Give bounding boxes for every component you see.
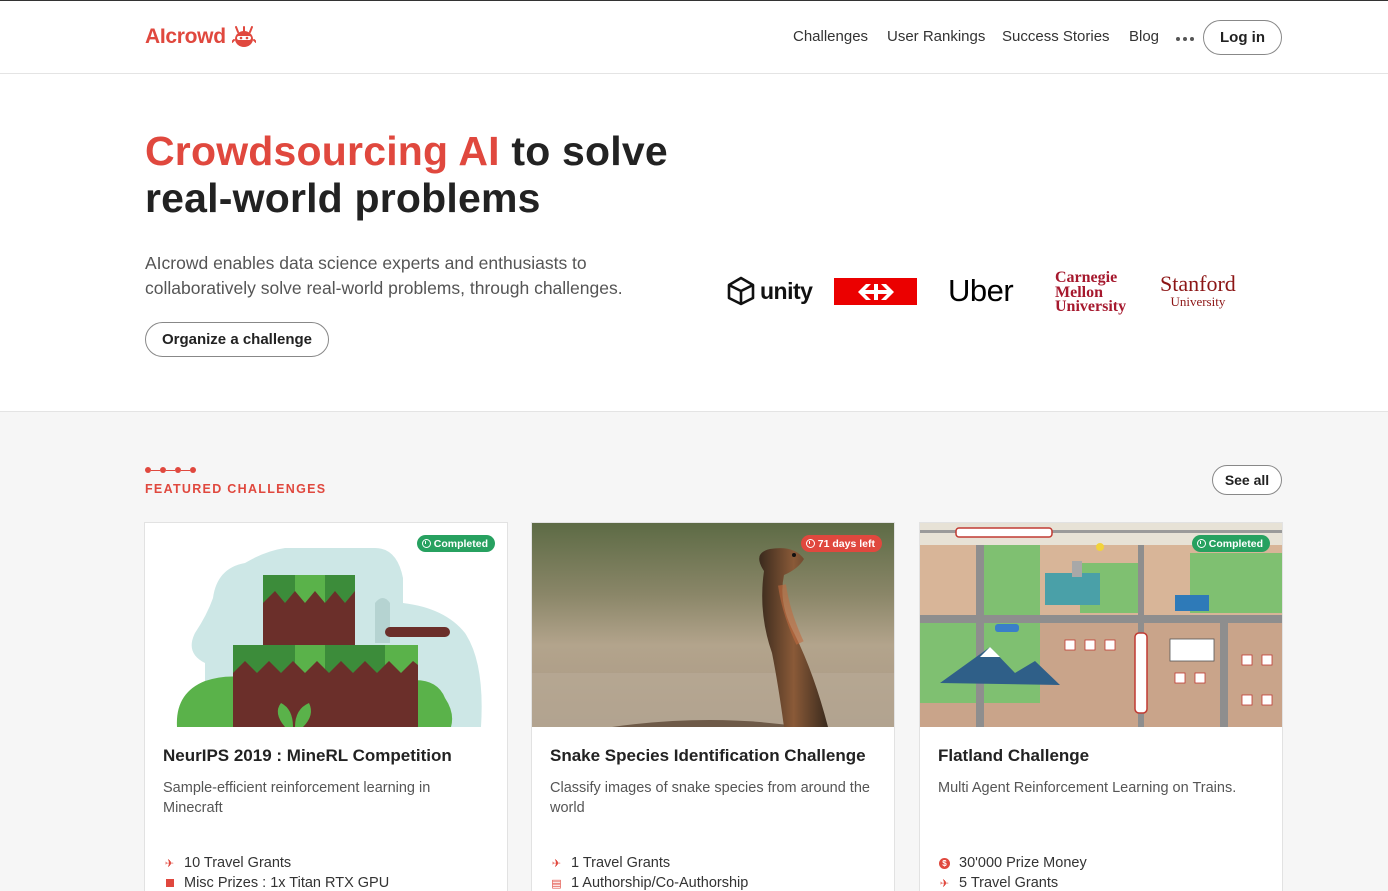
challenge-card-flatland[interactable]: Completed Flatland Challenge Multi Agent… xyxy=(919,522,1283,891)
dollar-icon: $ xyxy=(938,857,951,870)
hero-title-line2: real-world problems xyxy=(145,175,541,221)
unity-cube-icon xyxy=(727,276,755,306)
sbb-logo xyxy=(834,278,917,305)
site-header: AI crowd Challenges User Rankings Success… xyxy=(0,1,1388,74)
prize-item: ▤ 1 Authorship/Co-Authorship xyxy=(550,875,748,891)
hero-title-highlight: Crowdsourcing AI xyxy=(145,128,500,174)
snake-image: 71 days left xyxy=(532,523,894,727)
prize-item: ✈ 10 Travel Grants xyxy=(163,855,291,871)
stanford-logo: Stanford University xyxy=(1160,273,1236,309)
ellipsis-icon[interactable] xyxy=(1176,37,1194,41)
prize-item: ✈ 1 Travel Grants xyxy=(550,855,670,871)
card-title[interactable]: Snake Species Identification Challenge xyxy=(550,746,866,766)
section-dots-icon xyxy=(145,467,196,473)
prize-text: 1 Travel Grants xyxy=(571,855,671,871)
unity-logo: unity xyxy=(726,276,813,306)
uber-logo: Uber xyxy=(948,273,1014,308)
badge-text: Completed xyxy=(1208,537,1263,550)
sbb-arrows-icon xyxy=(857,283,894,300)
nav-blog[interactable]: Blog xyxy=(1129,28,1159,45)
nav-success-stories[interactable]: Success Stories xyxy=(1002,28,1110,45)
plane-icon: ✈ xyxy=(164,857,175,870)
prize-item: ✈ 5 Travel Grants xyxy=(938,875,1058,891)
prize-text: Misc Prizes : 1x Titan RTX GPU xyxy=(184,875,390,891)
organize-challenge-button[interactable]: Organize a challenge xyxy=(145,322,329,357)
prize-text: 1 Authorship/Co-Authorship xyxy=(571,875,749,891)
plane-icon: ✈ xyxy=(939,877,950,890)
challenge-card-snake[interactable]: 71 days left Snake Species Identificatio… xyxy=(531,522,895,891)
prize-text: 5 Travel Grants xyxy=(959,875,1059,891)
status-badge: 71 days left xyxy=(800,535,882,552)
logo-text-crowd: crowd xyxy=(165,25,226,48)
see-all-button[interactable]: See all xyxy=(1212,465,1282,495)
aicrowd-logo[interactable]: AI crowd xyxy=(145,25,256,49)
document-icon: ▤ xyxy=(551,877,562,890)
cmu-logo: Carnegie Mellon University xyxy=(1055,270,1127,315)
clock-icon xyxy=(805,539,815,548)
hero-title-rest: to solve xyxy=(499,128,668,174)
card-description: Classify images of snake species from ar… xyxy=(550,780,870,816)
nav-user-rankings[interactable]: User Rankings xyxy=(887,28,985,45)
status-badge: Completed xyxy=(416,535,495,552)
flatland-image: Completed xyxy=(920,523,1282,727)
featured-label: FEATURED CHALLENGES xyxy=(145,482,327,496)
login-button[interactable]: Log in xyxy=(1203,20,1282,55)
crowd-mascot-icon xyxy=(231,26,256,47)
card-title[interactable]: NeurIPS 2019 : MineRL Competition xyxy=(163,746,452,766)
cmu-line3: University xyxy=(1055,298,1127,315)
unity-logo-text: unity xyxy=(760,277,813,304)
prize-item: Misc Prizes : 1x Titan RTX GPU xyxy=(163,875,389,891)
square-icon xyxy=(163,877,176,890)
prize-item: $ 30'000 Prize Money xyxy=(938,855,1087,871)
prize-text: 30'000 Prize Money xyxy=(959,855,1087,871)
clock-icon xyxy=(1196,539,1206,548)
prize-text: 10 Travel Grants xyxy=(184,855,292,871)
stanford-line2: University xyxy=(1170,294,1226,309)
nav-challenges[interactable]: Challenges xyxy=(793,28,868,45)
clock-icon xyxy=(421,539,431,548)
hero-title: Crowdsourcing AI to solve real-world pro… xyxy=(145,128,668,222)
status-badge: Completed xyxy=(1191,535,1270,552)
badge-text: 71 days left xyxy=(817,537,875,550)
stanford-line1: Stanford xyxy=(1160,271,1236,296)
logo-text-ai: AI xyxy=(145,25,166,48)
hero-subtitle: AIcrowd enables data science experts and… xyxy=(145,253,623,298)
badge-text: Completed xyxy=(433,537,488,550)
challenge-card-minerl[interactable]: Completed NeurIPS 2019 : MineRL Competit… xyxy=(144,522,508,891)
card-description: Multi Agent Reinforcement Learning on Tr… xyxy=(938,780,1237,796)
card-title[interactable]: Flatland Challenge xyxy=(938,746,1089,766)
minerl-image: Completed xyxy=(145,523,507,727)
plane-icon: ✈ xyxy=(551,857,562,870)
card-description: Sample-efficient reinforcement learning … xyxy=(163,780,431,816)
